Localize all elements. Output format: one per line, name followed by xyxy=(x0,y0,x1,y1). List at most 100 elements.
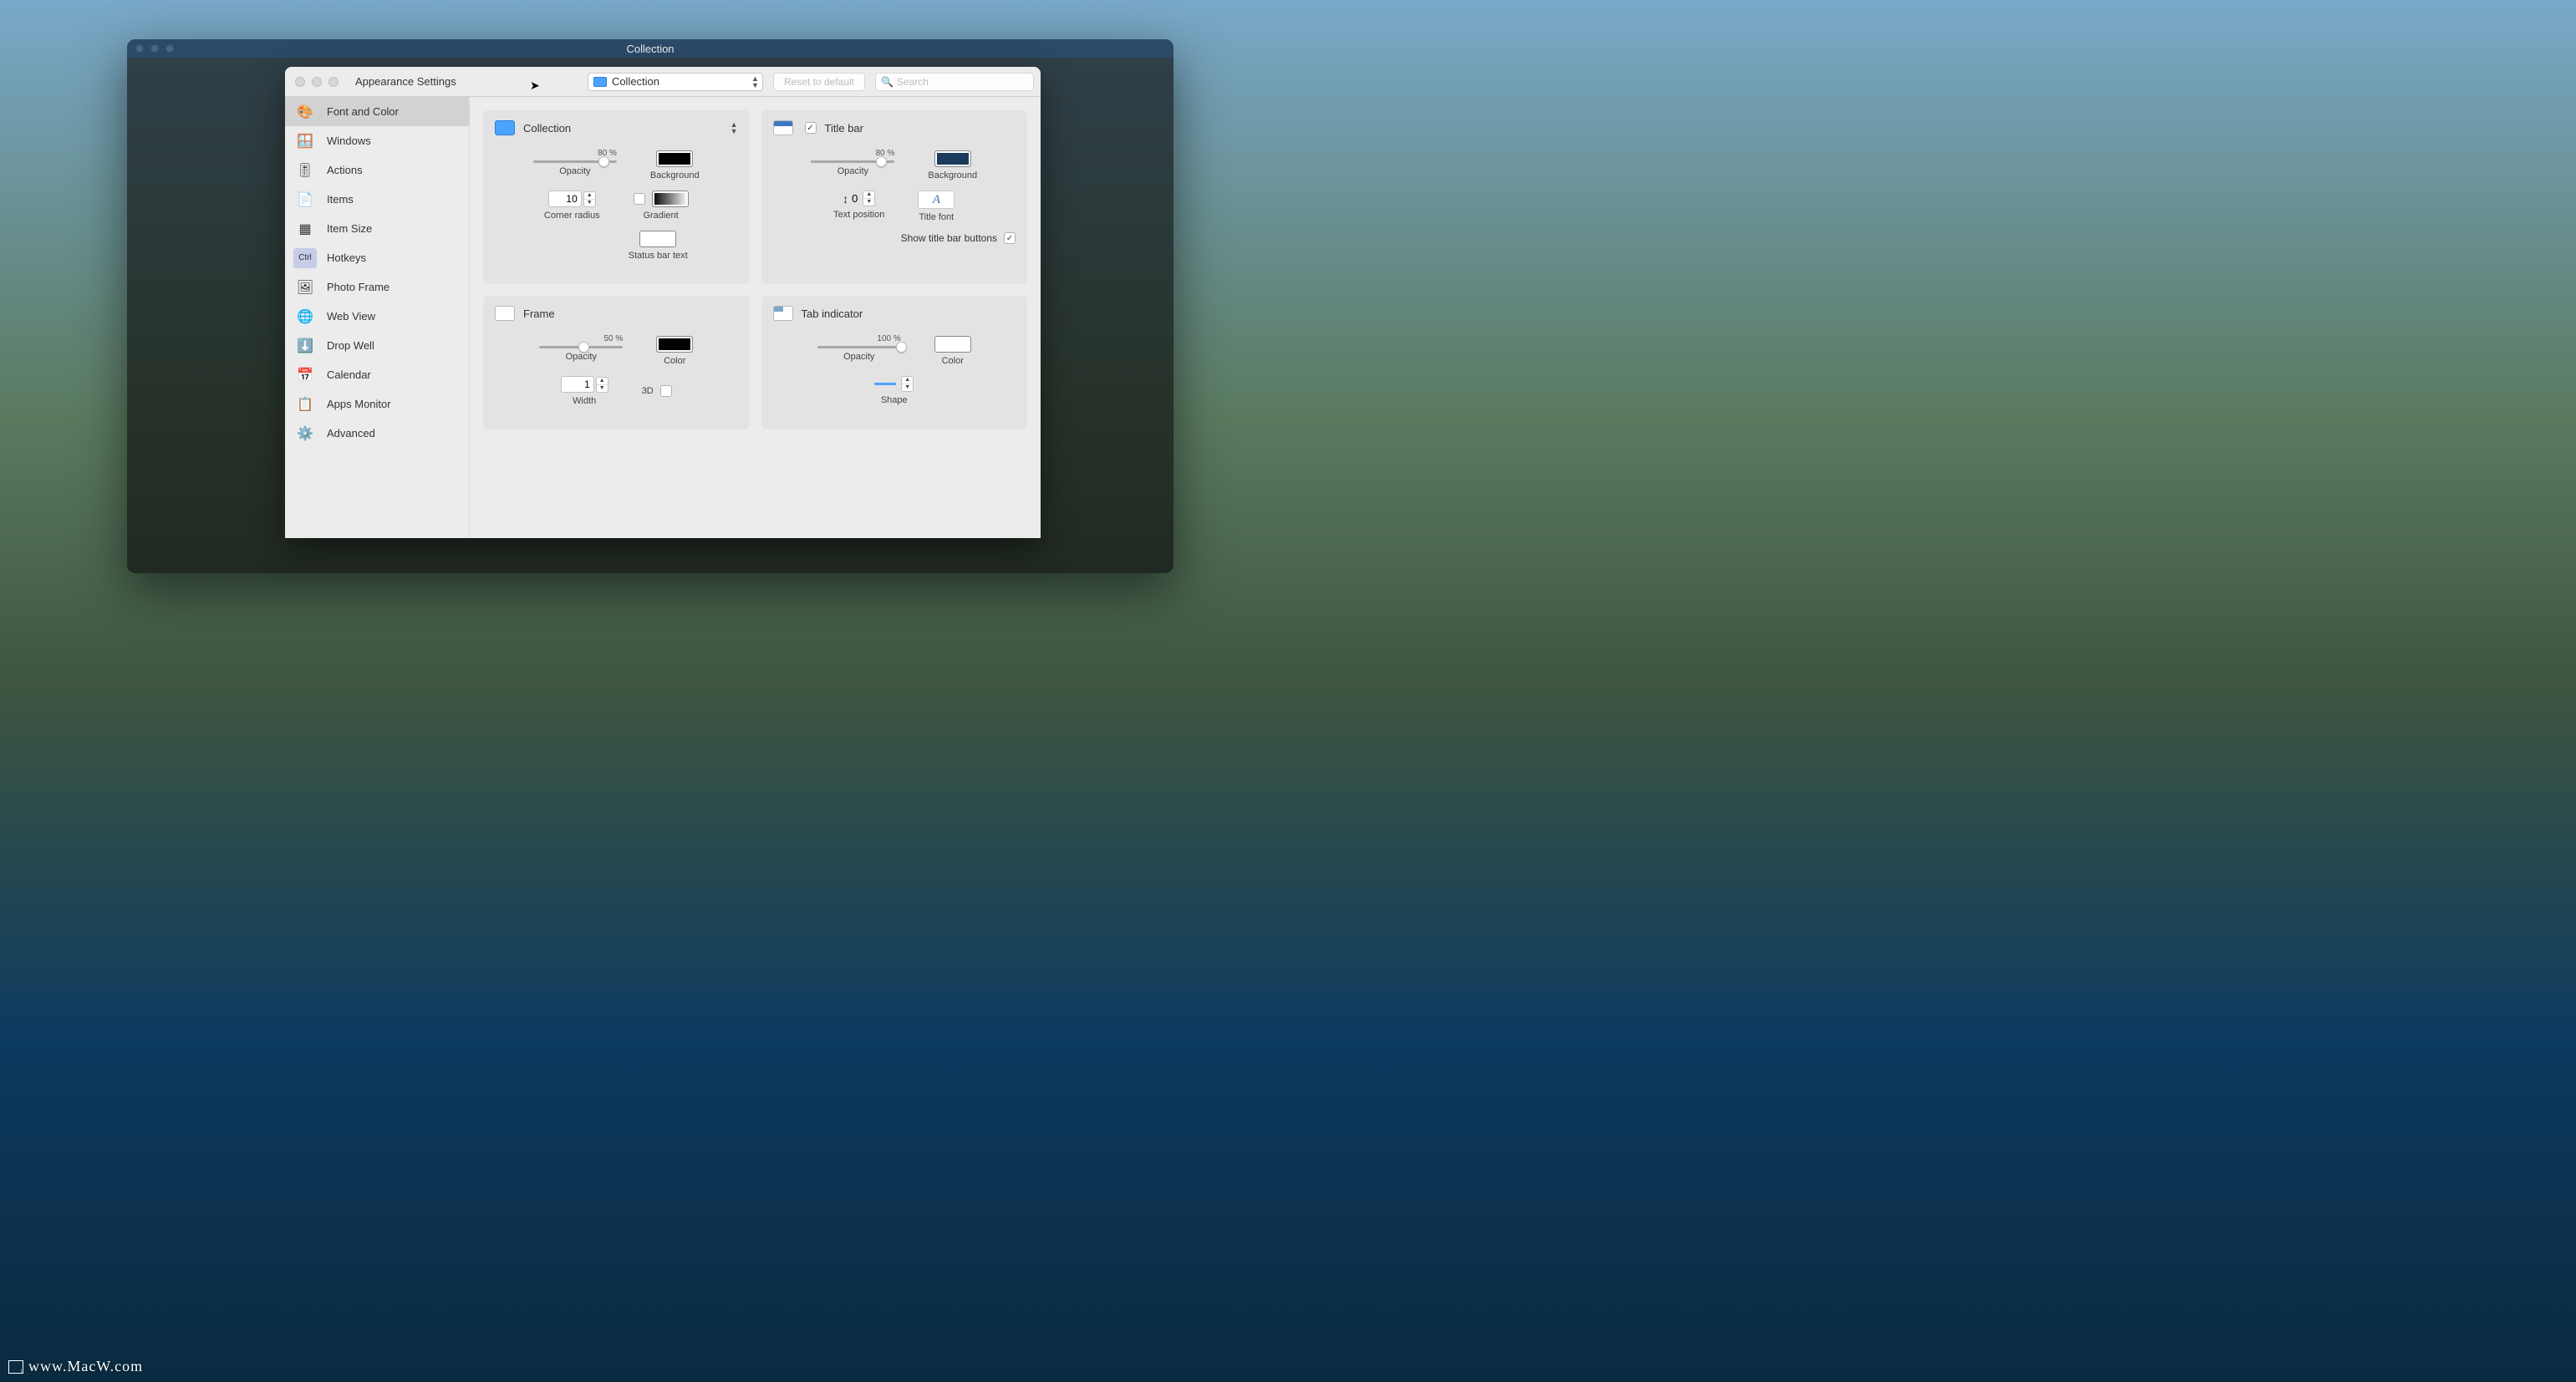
color-control: Color xyxy=(934,336,971,366)
calendar-icon: 📅 xyxy=(293,365,317,385)
toolbar-title: Appearance Settings xyxy=(355,75,456,88)
sidebar-item-label: Windows xyxy=(327,135,371,147)
panel-title: Collection xyxy=(523,122,722,135)
cursor-icon: ➤ xyxy=(530,79,540,93)
sidebar-item-label: Apps Monitor xyxy=(327,398,391,410)
settings-window: Appearance Settings ➤ Collection ▲▼ Rese… xyxy=(285,67,1041,538)
windows-icon: 🪟 xyxy=(293,131,317,151)
corner-radius-label: Corner radius xyxy=(544,211,600,221)
color-control: Color xyxy=(656,336,693,366)
sidebar-item-font-color[interactable]: 🎨 Font and Color xyxy=(285,97,469,126)
shape-label: Shape xyxy=(881,395,908,405)
sidebar-item-calendar[interactable]: 📅 Calendar xyxy=(285,360,469,389)
panel-title: Title bar xyxy=(825,122,1016,135)
background-color-well[interactable] xyxy=(656,150,693,167)
download-icon: ⬇️ xyxy=(293,336,317,356)
color-label: Color xyxy=(942,356,964,366)
text-position-stepper[interactable]: ▲▼ xyxy=(863,191,875,206)
titlebar-icon xyxy=(773,120,793,135)
opacity-label: Opacity xyxy=(566,352,597,362)
background-label: Background xyxy=(650,170,700,180)
keyboard-icon: Ctrl xyxy=(293,248,317,268)
opacity-slider[interactable] xyxy=(539,346,623,348)
content-area: Collection ▲▼ 80 % Opacity xyxy=(470,97,1041,538)
grid-icon: ▦ xyxy=(293,219,317,239)
threeD-checkbox[interactable] xyxy=(660,385,672,397)
title-font-label: Title font xyxy=(919,212,954,222)
tab-indicator-icon xyxy=(773,306,793,321)
search-input[interactable] xyxy=(897,76,1028,88)
reset-to-default-button[interactable]: Reset to default xyxy=(773,73,865,91)
corner-radius-stepper[interactable]: ▲▼ xyxy=(583,191,596,207)
text-position-control: ↕ 0 ▲▼ Text position xyxy=(833,191,884,222)
opacity-slider[interactable] xyxy=(817,346,901,348)
sidebar-item-apps-monitor[interactable]: 📋 Apps Monitor xyxy=(285,389,469,419)
title-font-control: A Title font xyxy=(918,191,955,222)
sidebar-item-hotkeys[interactable]: Ctrl Hotkeys xyxy=(285,243,469,272)
tab-color-well[interactable] xyxy=(934,336,971,353)
search-field[interactable]: 🔍 xyxy=(875,73,1034,91)
gradient-label: Gradient xyxy=(643,211,678,221)
gradient-color-well[interactable] xyxy=(652,191,689,207)
sliders-icon: 🎚 xyxy=(293,160,317,180)
sidebar-item-label: Calendar xyxy=(327,368,371,381)
opacity-control: 80 % Opacity xyxy=(811,150,894,180)
width-input[interactable] xyxy=(561,376,594,393)
sidebar-item-windows[interactable]: 🪟 Windows xyxy=(285,126,469,155)
panel-title: Frame xyxy=(523,307,738,320)
statusbar-label: Status bar text xyxy=(629,251,688,261)
opacity-slider[interactable] xyxy=(533,160,617,163)
clipboard-icon: 📋 xyxy=(293,394,317,414)
titlebar-enable-checkbox[interactable] xyxy=(805,122,817,134)
corner-radius-control: ▲▼ Corner radius xyxy=(544,191,600,221)
zoom-button[interactable] xyxy=(328,77,339,87)
sidebar: 🎨 Font and Color 🪟 Windows 🎚 Actions 📄 I… xyxy=(285,97,470,538)
watermark: www.MacW.com xyxy=(8,1358,143,1375)
chevron-up-down-icon: ▲▼ xyxy=(751,75,759,89)
traffic-lights[interactable] xyxy=(295,77,339,87)
opacity-label: Opacity xyxy=(559,166,590,176)
background-control: Background xyxy=(650,150,700,180)
title-font-button[interactable]: A xyxy=(918,191,955,209)
sidebar-item-label: Actions xyxy=(327,164,363,176)
panel-collection: Collection ▲▼ 80 % Opacity xyxy=(483,110,750,284)
sidebar-item-label: Font and Color xyxy=(327,105,399,118)
panel-title: Tab indicator xyxy=(802,307,1016,320)
sidebar-item-actions[interactable]: 🎚 Actions xyxy=(285,155,469,185)
sidebar-item-web-view[interactable]: 🌐 Web View xyxy=(285,302,469,331)
background-color-well[interactable] xyxy=(934,150,971,167)
sidebar-item-items[interactable]: 📄 Items xyxy=(285,185,469,214)
watermark-icon xyxy=(8,1360,23,1374)
outer-titlebar[interactable]: Collection xyxy=(127,39,1173,58)
threeD-label: 3D xyxy=(642,386,654,396)
panel-frame: Frame 50 % Opacity Color xyxy=(483,296,750,429)
preset-dropdown[interactable]: Collection ▲▼ xyxy=(588,73,763,91)
sidebar-item-label: Items xyxy=(327,193,354,206)
corner-radius-input[interactable] xyxy=(548,191,582,207)
width-stepper[interactable]: ▲▼ xyxy=(596,377,608,393)
width-control: ▲▼ Width xyxy=(561,376,608,406)
chevron-up-down-icon[interactable]: ▲▼ xyxy=(731,121,738,135)
close-button[interactable] xyxy=(295,77,305,87)
statusbar-color-well[interactable] xyxy=(639,231,676,247)
sidebar-item-label: Hotkeys xyxy=(327,252,366,264)
sidebar-item-advanced[interactable]: ⚙️ Advanced xyxy=(285,419,469,448)
sidebar-item-drop-well[interactable]: ⬇️ Drop Well xyxy=(285,331,469,360)
shape-stepper[interactable]: ▲▼ xyxy=(901,376,914,392)
minimize-button[interactable] xyxy=(312,77,322,87)
sidebar-item-label: Advanced xyxy=(327,427,375,439)
opacity-slider[interactable] xyxy=(811,160,894,163)
settings-toolbar: Appearance Settings ➤ Collection ▲▼ Rese… xyxy=(285,67,1041,97)
sidebar-item-item-size[interactable]: ▦ Item Size xyxy=(285,214,469,243)
width-label: Width xyxy=(573,396,596,406)
opacity-label: Opacity xyxy=(837,166,868,176)
gradient-checkbox[interactable] xyxy=(634,193,645,205)
statusbar-text-control: Status bar text xyxy=(629,231,688,261)
palette-icon: 🎨 xyxy=(293,102,317,122)
sidebar-item-photo-frame[interactable]: 🖼 Photo Frame xyxy=(285,272,469,302)
collection-icon xyxy=(495,120,515,135)
shape-popup[interactable]: ▲▼ xyxy=(874,376,914,392)
frame-color-well[interactable] xyxy=(656,336,693,353)
show-titlebar-buttons-checkbox[interactable] xyxy=(1004,232,1016,244)
sidebar-item-label: Item Size xyxy=(327,222,372,235)
